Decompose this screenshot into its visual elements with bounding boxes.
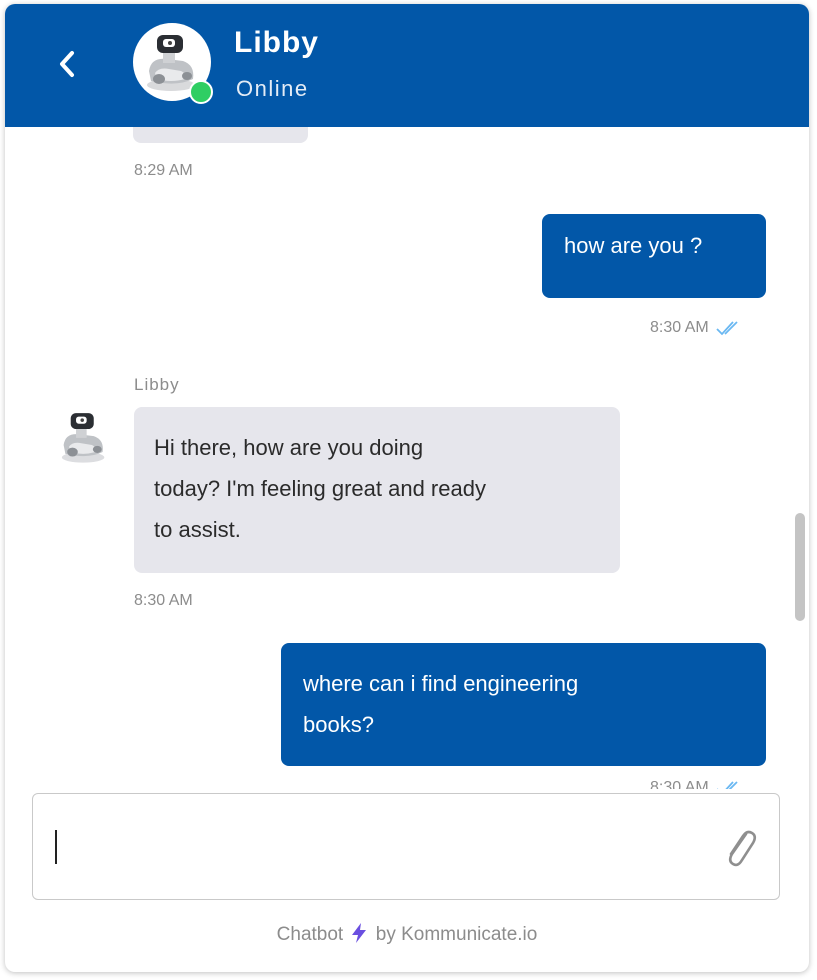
- scrollbar-track[interactable]: [791, 127, 803, 789]
- chevron-left-icon: [60, 51, 74, 77]
- chat-header: Libby Online: [5, 4, 809, 127]
- message-line: books?: [303, 712, 374, 737]
- footer-suffix: by Kommunicate.io: [375, 924, 538, 945]
- incoming-message-bubble: Hi there, how are you doing today? I'm f…: [134, 407, 620, 573]
- text-caret: [55, 830, 57, 864]
- message-timestamp: 8:30 AM: [650, 779, 743, 789]
- message-line: today? I'm feeling great and ready: [154, 476, 486, 501]
- message-line: to assist.: [154, 517, 241, 542]
- incoming-bubble-partial: [133, 127, 308, 143]
- paperclip-icon: [728, 830, 757, 867]
- attach-button[interactable]: [719, 824, 759, 870]
- bot-name: Libby: [234, 26, 319, 59]
- scrollbar-thumb[interactable]: [795, 513, 805, 621]
- message-timestamp: 8:30 AM: [650, 319, 743, 337]
- message-timestamp: 8:29 AM: [134, 162, 193, 179]
- double-check-icon: [716, 321, 738, 336]
- message-composer: [32, 793, 780, 900]
- back-button[interactable]: [51, 48, 83, 80]
- chat-widget: Libby Online 8:29 AM how are you ? 8:30 …: [5, 4, 809, 972]
- bot-avatar[interactable]: [133, 23, 213, 104]
- powered-by-footer[interactable]: Chatbot by Kommunicate.io: [5, 922, 809, 946]
- message-line: where can i find engineering: [303, 671, 579, 696]
- message-list[interactable]: 8:29 AM how are you ? 8:30 AM Libby Hi t…: [5, 127, 809, 789]
- message-text: how are you ?: [564, 233, 703, 258]
- outgoing-message-bubble: how are you ?: [542, 214, 766, 298]
- footer-prefix: Chatbot: [276, 924, 344, 945]
- sender-name: Libby: [134, 375, 180, 394]
- outgoing-message-bubble: where can i find engineering books?: [281, 643, 766, 766]
- lightning-bolt-icon: [352, 923, 367, 943]
- bot-message-avatar: [53, 406, 115, 468]
- online-status-dot: [189, 80, 213, 104]
- message-timestamp: 8:30 AM: [134, 592, 193, 609]
- double-check-icon: [716, 781, 738, 789]
- message-input[interactable]: [59, 814, 703, 882]
- robot-avatar-icon: [61, 413, 105, 463]
- message-line: Hi there, how are you doing: [154, 435, 424, 460]
- bot-status: Online: [236, 76, 309, 101]
